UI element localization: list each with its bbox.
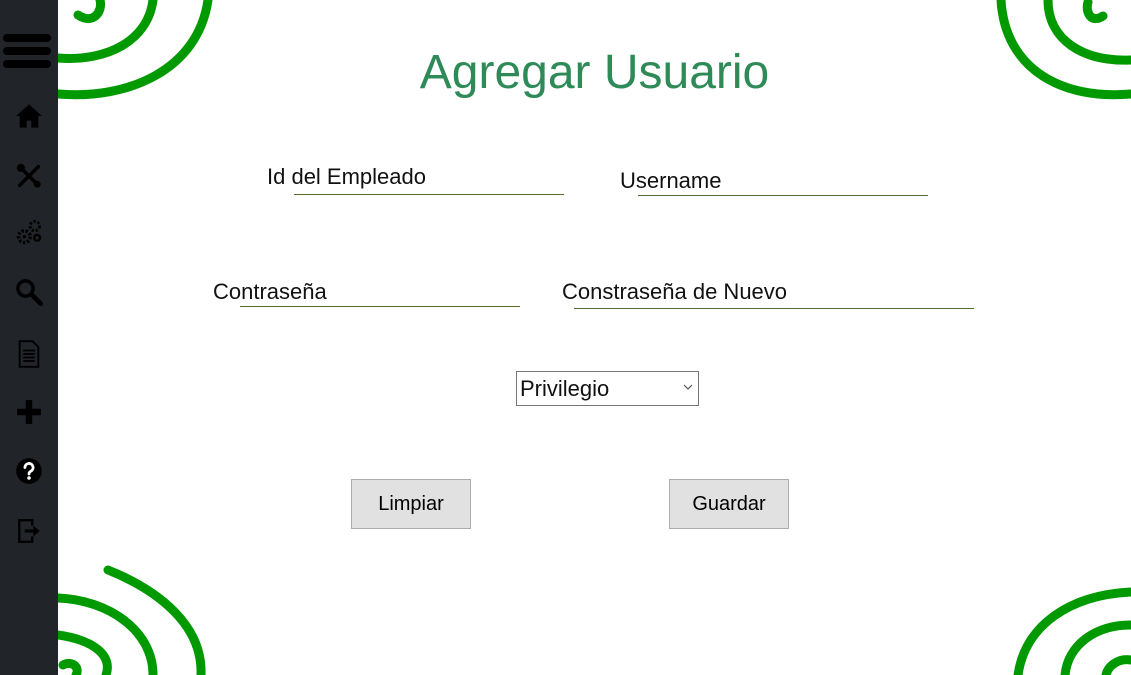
password-repeat-input[interactable] <box>574 284 974 309</box>
plus-icon[interactable] <box>0 392 58 432</box>
privilege-select[interactable]: Privilegio <box>516 371 699 406</box>
document-icon[interactable] <box>0 334 58 374</box>
password-input[interactable] <box>240 282 520 307</box>
chevron-down-icon <box>683 384 693 390</box>
search-icon[interactable] <box>0 272 58 312</box>
spiral-decoration-bottom-right <box>1013 587 1131 675</box>
sidebar <box>0 0 58 675</box>
menu-toggle-icon[interactable] <box>0 32 54 72</box>
page-title: Agregar Usuario <box>419 46 770 99</box>
username-input[interactable] <box>638 171 928 196</box>
spiral-decoration-bottom-left <box>58 565 206 675</box>
clear-button[interactable]: Limpiar <box>351 479 471 529</box>
gears-icon[interactable] <box>0 212 58 252</box>
help-icon[interactable] <box>0 451 58 491</box>
logout-icon[interactable] <box>0 511 58 551</box>
privilege-select-value: Privilegio <box>520 376 610 401</box>
tools-icon[interactable] <box>0 156 58 196</box>
save-button[interactable]: Guardar <box>669 479 789 529</box>
home-icon[interactable] <box>0 96 58 136</box>
employee-id-input[interactable] <box>294 170 564 195</box>
